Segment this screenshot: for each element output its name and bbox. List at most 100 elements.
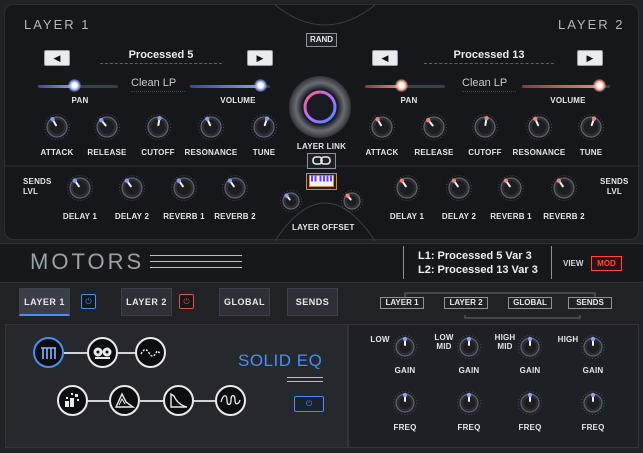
eq-power-button[interactable]: ⏻ bbox=[294, 396, 324, 412]
layer2-pan-label: PAN bbox=[400, 96, 418, 105]
eq-gain-label: GAIN bbox=[458, 366, 480, 375]
eq-freq-knob[interactable] bbox=[457, 391, 481, 415]
layer1-power-button[interactable]: ⏻ bbox=[81, 294, 96, 309]
layer-link-button[interactable] bbox=[307, 153, 336, 169]
pixel-scatter-icon bbox=[65, 393, 79, 407]
layer2-knob-resonance[interactable] bbox=[526, 114, 552, 140]
fx-slot-distortion[interactable] bbox=[109, 385, 140, 416]
tab-global[interactable]: GLOBAL bbox=[219, 288, 270, 316]
tab-layer1[interactable]: LAYER 1 bbox=[19, 288, 70, 316]
fx-slot-reverb[interactable] bbox=[215, 385, 246, 416]
layer1-knob-label: RESONANCE bbox=[184, 148, 238, 157]
layer1-send-label: DELAY 1 bbox=[62, 212, 98, 221]
layer2-send-label: DELAY 1 bbox=[389, 212, 425, 221]
eq-bars-icon bbox=[41, 347, 56, 359]
layer1-preset-underline bbox=[100, 63, 222, 64]
tab-layer2[interactable]: LAYER 2 bbox=[121, 288, 172, 316]
page-tabs: LAYER 1 ⏻ LAYER 2 ⏻ GLOBAL SENDS LAYER 1… bbox=[0, 284, 643, 322]
layer1-send-reverb-2[interactable] bbox=[222, 175, 248, 201]
effect-title-rule bbox=[287, 377, 323, 378]
eq-band-name: HIGH bbox=[557, 335, 579, 344]
layer2-send-delay-2[interactable] bbox=[446, 175, 472, 201]
layer1-volume-label: VOLUME bbox=[220, 96, 256, 105]
layer1-volume-fill bbox=[190, 85, 261, 88]
tab-sends[interactable]: SENDS bbox=[287, 288, 338, 316]
layer2-sends-label: SENDS LVL bbox=[600, 177, 629, 196]
eq-gain-label: GAIN bbox=[519, 366, 541, 375]
layer2-pan-thumb[interactable] bbox=[395, 79, 408, 92]
instrument-title: MOTORS bbox=[30, 249, 145, 274]
layer2-send-delay-1[interactable] bbox=[394, 175, 420, 201]
eq-freq-knob[interactable] bbox=[518, 391, 542, 415]
layer1-knob-cutoff[interactable] bbox=[145, 114, 171, 140]
layer1-preset-name[interactable]: Processed 5 bbox=[100, 49, 222, 61]
layer-offset-label: LAYER OFFSET bbox=[292, 223, 355, 232]
layer1-pan-thumb[interactable] bbox=[68, 79, 81, 92]
keyboard-icon bbox=[309, 175, 334, 187]
layer2-offset-knob[interactable] bbox=[341, 190, 363, 212]
layer2-knob-release[interactable] bbox=[421, 114, 447, 140]
eq-gain-knob[interactable] bbox=[457, 335, 481, 359]
nav-global[interactable]: GLOBAL bbox=[508, 297, 552, 309]
layer1-knob-release[interactable] bbox=[94, 114, 120, 140]
layer2-volume-label: VOLUME bbox=[550, 96, 586, 105]
layer2-knob-cutoff[interactable] bbox=[472, 114, 498, 140]
layer1-knob-resonance[interactable] bbox=[198, 114, 224, 140]
fx-slot-tape[interactable] bbox=[87, 337, 118, 368]
layer1-send-delay-1[interactable] bbox=[67, 175, 93, 201]
layer2-knob-attack[interactable] bbox=[369, 114, 395, 140]
layer1-knob-label: CUTOFF bbox=[141, 148, 175, 157]
layer2-preset-name[interactable]: Processed 13 bbox=[424, 49, 554, 61]
layer2-knob-label: TUNE bbox=[579, 148, 603, 157]
tape-reels-icon bbox=[93, 347, 112, 359]
fx-slot-modulation[interactable] bbox=[135, 337, 166, 368]
layer2-knob-tune[interactable] bbox=[578, 114, 604, 140]
layer-mix-ring-icon bbox=[303, 90, 337, 124]
fx-slot-bitcrusher[interactable] bbox=[57, 385, 88, 416]
layer1-offset-knob[interactable] bbox=[280, 190, 302, 212]
layer1-send-delay-2[interactable] bbox=[119, 175, 145, 201]
layer2-variation-text: L2: Processed 13 Var 3 bbox=[418, 264, 538, 276]
fx-slot-eq[interactable] bbox=[33, 337, 64, 368]
layer2-power-button[interactable]: ⏻ bbox=[179, 294, 194, 309]
layer1-filter-type[interactable]: Clean LP bbox=[131, 77, 176, 89]
layer1-knob-attack[interactable] bbox=[44, 114, 70, 140]
keyboard-button[interactable] bbox=[306, 173, 337, 190]
layer2-volume-fill bbox=[522, 85, 600, 88]
layer-link-ring[interactable] bbox=[289, 76, 351, 138]
chain-connector bbox=[64, 352, 88, 354]
eq-freq-knob[interactable] bbox=[393, 391, 417, 415]
layer1-next-preset-button[interactable]: ▶ bbox=[247, 50, 273, 66]
layer1-send-reverb-1[interactable] bbox=[171, 175, 197, 201]
eq-gain-knob[interactable] bbox=[581, 335, 605, 359]
chain-link-icon bbox=[311, 156, 331, 165]
layer2-send-reverb-2[interactable] bbox=[551, 175, 577, 201]
layer1-knob-tune[interactable] bbox=[251, 114, 277, 140]
eq-freq-knob[interactable] bbox=[581, 391, 605, 415]
layer2-prev-preset-button[interactable]: ◀ bbox=[372, 50, 398, 66]
nav-layer1[interactable]: LAYER 1 bbox=[380, 297, 424, 309]
layer-link-label: LAYER LINK bbox=[296, 142, 347, 151]
layer2-send-label: DELAY 2 bbox=[441, 212, 477, 221]
wave-icon bbox=[140, 349, 161, 357]
layer2-send-reverb-1[interactable] bbox=[498, 175, 524, 201]
layer1-filter-underline bbox=[131, 91, 185, 92]
eq-gain-label: GAIN bbox=[582, 366, 604, 375]
eq-freq-label: FREQ bbox=[518, 423, 542, 432]
layer1-prev-preset-button[interactable]: ◀ bbox=[44, 50, 70, 66]
synth-app: LAYER 1 LAYER 2 ◀ Processed 5 ▶ ◀ Proces… bbox=[0, 0, 643, 453]
view-mod-button[interactable]: MOD bbox=[591, 256, 622, 271]
fx-slot-filter[interactable] bbox=[163, 385, 194, 416]
eq-gain-knob[interactable] bbox=[393, 335, 417, 359]
layer2-send-label: REVERB 1 bbox=[490, 212, 532, 221]
eq-gain-knob[interactable] bbox=[518, 335, 542, 359]
layer2-filter-type[interactable]: Clean LP bbox=[462, 77, 507, 89]
nav-layer2[interactable]: LAYER 2 bbox=[444, 297, 488, 309]
layer2-next-preset-button[interactable]: ▶ bbox=[577, 50, 603, 66]
chain-connector bbox=[86, 400, 110, 402]
layer1-send-label: REVERB 1 bbox=[163, 212, 205, 221]
nav-sends[interactable]: SENDS bbox=[568, 297, 612, 309]
layer1-sends-label: SENDS LVL bbox=[23, 177, 52, 196]
randomize-button[interactable]: RAND bbox=[306, 33, 337, 47]
eq-freq-label: FREQ bbox=[393, 423, 417, 432]
